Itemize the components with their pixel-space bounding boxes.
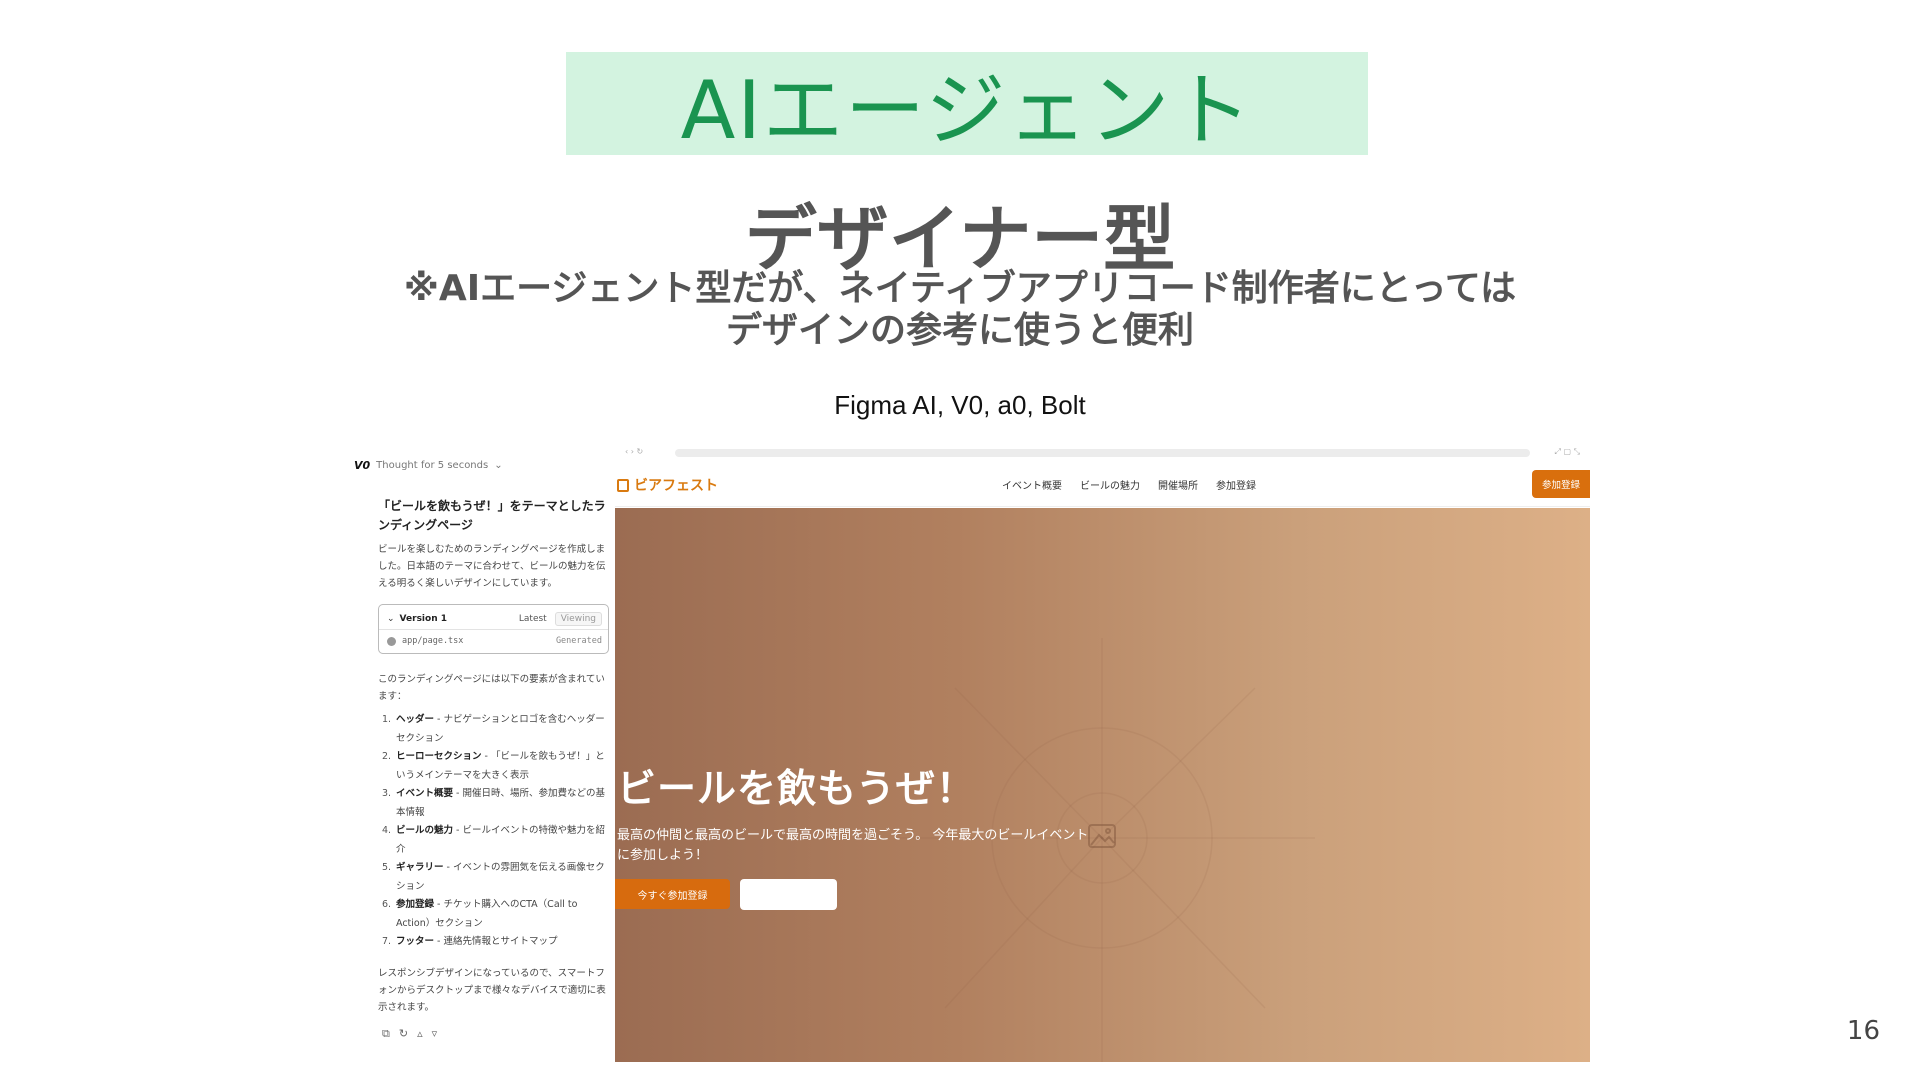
chat-thought-row[interactable]: V0 Thought for 5 seconds ⌄ (354, 459, 503, 472)
hero-title: ビールを飲もうぜ！ (617, 767, 976, 812)
check-icon (387, 636, 396, 646)
beer-mug-icon (617, 478, 629, 492)
chat-actions: ⧉ ↻ ▵ ▿ (382, 1027, 437, 1041)
slide-note-line-1: ※AIエージェント型だが、ネイティブアプリコード制作者にとっては (403, 268, 1517, 309)
thought-status: Thought for 5 seconds (376, 460, 489, 471)
browser-nav-icons[interactable]: ‹ › ↻ (625, 447, 643, 456)
chevron-down-icon: ⌄ (494, 460, 503, 471)
slide-note-line-2: デザインの参考に使うと便利 (725, 310, 1194, 351)
hero-register-button[interactable]: 今すぐ参加登録 (615, 879, 730, 909)
nav-link-beer-appeal[interactable]: ビールの魅力 (1080, 477, 1140, 492)
nav-link-venue[interactable]: 開催場所 (1158, 477, 1198, 492)
list-item: 4. ビールの魅力 - ビールイベントの特徴や魅力を紹介 (382, 825, 605, 855)
chevron-down-icon: ⌄ (387, 614, 395, 624)
hero-section: ビールを飲もうぜ！ 最高の仲間と最高のビールで最高の時間を過ごそう。 今年最大の… (615, 508, 1590, 1062)
hero-subtitle: 最高の仲間と最高のビールで最高の時間を過ごそう。 今年最大のビールイベントに参加… (617, 828, 1089, 863)
chat-list-intro: このランディングページには以下の要素が含まれています： (378, 674, 605, 702)
slide-title-box: AIエージェント (566, 52, 1368, 157)
chat-outro: レスポンシブデザインになっているので、スマートフォンからデスクトップまで様々なデ… (378, 968, 606, 1013)
slide-title: AIエージェント (680, 63, 1254, 157)
browser-window-icons[interactable]: ⤢ ▢ ⤡ (1555, 447, 1580, 457)
copy-icon[interactable]: ⧉ (382, 1027, 390, 1041)
site-brand[interactable]: ビアフェスト (617, 475, 718, 495)
list-item: 5. ギャラリー - イベントの雰囲気を伝える画像セクション (382, 862, 605, 892)
slide-note: ※AIエージェント型だが、ネイティブアプリコード制作者にとっては デザインの参考… (0, 268, 1920, 352)
tool-list: Figma AI, V0, a0, Bolt (834, 390, 1086, 420)
list-item: 1. ヘッダー - ナビゲーションとロゴを含むヘッダーセクション (382, 714, 605, 744)
version-status: Generated (555, 636, 602, 646)
version-card[interactable]: ⌄ Version 1 Latest Viewing app/page.tsx … (378, 604, 609, 654)
version-divider (379, 629, 608, 630)
retry-icon[interactable]: ↻ (399, 1027, 408, 1041)
list-item: 2. ヒーローセクション - 「ビールを飲もうぜ！」というメインテーマを大きく表示 (382, 751, 605, 781)
v0-screenshot: V0 Thought for 5 seconds ⌄ 「ビールを飲もうぜ！」をテ… (352, 447, 1590, 1062)
thumbs-down-icon[interactable]: ▿ (432, 1027, 438, 1041)
browser-bar: ‹ › ↻ ⤢ ▢ ⤡ (615, 447, 1590, 461)
site-nav-links: イベント概要 ビールの魅力 開催場所 参加登録 (1002, 477, 1256, 492)
hero-secondary-button[interactable] (740, 879, 837, 910)
chat-intro: ビールを楽しむためのランディングページを作成しました。日本語のテーマに合わせて、… (378, 544, 606, 589)
list-item: 7. フッター - 連絡先情報とサイトマップ (382, 936, 558, 947)
nav-register-button[interactable]: 参加登録 (1531, 470, 1590, 498)
site-brand-name: ビアフェスト (634, 478, 718, 494)
list-item: 3. イベント概要 - 開催日時、場所、参加費などの基本情報 (382, 788, 605, 818)
site-header: ビアフェスト イベント概要 ビールの魅力 開催場所 参加登録 参加登録 (615, 461, 1590, 507)
page-number: 16 (1846, 1016, 1880, 1046)
chat-panel: V0 Thought for 5 seconds ⌄ 「ビールを飲もうぜ！」をテ… (352, 447, 614, 1062)
version-label: Version 1 (399, 614, 447, 624)
v0-logo: V0 (354, 459, 371, 472)
website-preview: ‹ › ↻ ⤢ ▢ ⤡ ビアフェスト イベント概要 ビールの魅力 開催場所 参加… (615, 447, 1590, 1062)
version-latest: Latest (518, 614, 547, 624)
thumbs-up-icon[interactable]: ▵ (417, 1027, 423, 1041)
chat-element-list: 1. ヘッダー - ナビゲーションとロゴを含むヘッダーセクション 2. ヒーローセク… (378, 711, 610, 952)
version-file[interactable]: app/page.tsx (402, 636, 556, 646)
chat-heading: 「ビールを飲もうぜ！」をテーマとしたランディングページ (378, 499, 606, 532)
nav-link-register[interactable]: 参加登録 (1216, 477, 1256, 492)
browser-url-bar[interactable] (675, 449, 1530, 457)
nav-link-event-overview[interactable]: イベント概要 (1002, 477, 1062, 492)
list-item: 6. 参加登録 - チケット購入へのCTA（Call to Action）セクショ… (382, 899, 578, 929)
version-viewing-badge: Viewing (554, 612, 602, 626)
